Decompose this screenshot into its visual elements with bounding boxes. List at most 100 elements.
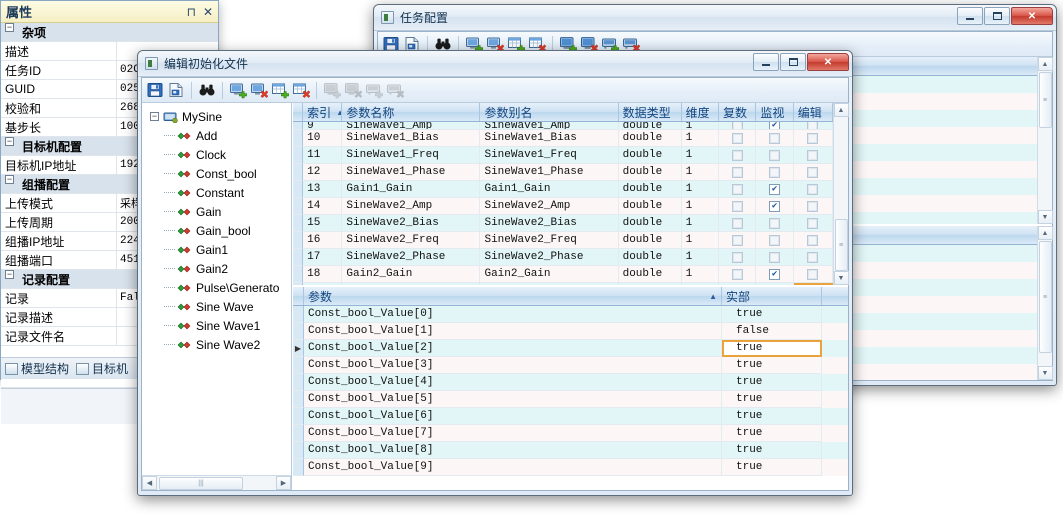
complex-checkbox[interactable] — [731, 234, 743, 246]
column-header-实部[interactable]: 实部 — [722, 287, 822, 305]
scroll-thumb[interactable]: ||| — [159, 476, 243, 490]
tree-node[interactable]: Pulse\Generato — [142, 278, 291, 297]
task-config-titlebar[interactable]: 任务配置 ✕ — [374, 5, 1056, 31]
minimize-button[interactable] — [753, 53, 779, 71]
cell-real[interactable]: true — [722, 357, 822, 374]
table-row[interactable]: ▶19Const_bool_ValueConst_bool_Valuebool1… — [293, 283, 833, 285]
cell-complex[interactable] — [719, 232, 757, 249]
table-row[interactable]: ▶Const_bool_Value[8]true — [293, 442, 848, 459]
cell-real[interactable]: true — [722, 391, 822, 408]
row-selector[interactable]: ▶ — [293, 306, 304, 323]
cell-monitor[interactable]: ✔ — [756, 122, 794, 130]
row-selector[interactable]: ▶ — [293, 425, 304, 442]
save-icon[interactable] — [146, 81, 164, 99]
row-selector[interactable]: ▶ — [293, 459, 304, 476]
tree-hscrollbar[interactable]: ◀ ||| ▶ — [142, 475, 291, 490]
tree-node[interactable]: Sine Wave2 — [142, 335, 291, 354]
complex-checkbox[interactable] — [731, 166, 743, 178]
collapse-icon[interactable]: − — [150, 112, 159, 121]
tree-node[interactable]: Gain1 — [142, 240, 291, 259]
column-header-复数[interactable]: 复数 — [719, 103, 757, 121]
monitor-checkbox[interactable] — [769, 251, 781, 263]
cell-complex[interactable] — [719, 122, 757, 130]
add-table-icon[interactable] — [271, 81, 289, 99]
complex-checkbox[interactable] — [731, 268, 743, 280]
row-selector[interactable]: ▶ — [293, 122, 304, 130]
column-header-参数[interactable]: 参数 ▲ — [304, 287, 722, 305]
table-row[interactable]: ▶Const_bool_Value[0]true — [293, 306, 848, 323]
edit-checkbox[interactable] — [807, 132, 819, 144]
column-header-参数名称[interactable]: 参数名称 — [342, 103, 481, 121]
complex-checkbox[interactable] — [731, 132, 743, 144]
cell-edit[interactable] — [793, 181, 833, 198]
scroll-up-icon[interactable]: ▲ — [833, 103, 849, 117]
tab-model-structure[interactable]: 模型结构 — [5, 360, 69, 377]
cell-edit[interactable] — [793, 147, 833, 164]
property-category-row[interactable]: − 杂项 — [1, 23, 218, 42]
parameter-grid-body[interactable]: ▶9SineWave1_AmpSineWave1_Ampdouble1✔▶10S… — [293, 122, 833, 285]
table-row[interactable]: ▶Const_bool_Value[1]false — [293, 323, 848, 340]
find-binoculars-icon[interactable] — [198, 81, 216, 99]
cell-real[interactable]: true — [722, 374, 822, 391]
cell-monitor[interactable] — [756, 249, 794, 266]
monitor-checkbox[interactable]: ✔ — [769, 122, 781, 129]
cell-edit[interactable] — [793, 249, 833, 266]
cell-edit[interactable] — [793, 215, 833, 232]
complex-checkbox[interactable] — [731, 200, 743, 212]
model-tree[interactable]: − MySine Add Clock Const_bool Constant Gain Gai… — [142, 103, 291, 475]
cell-real[interactable]: true — [722, 408, 822, 425]
value-grid-header[interactable]: 参数 ▲ 实部 — [293, 287, 848, 306]
model-tree-pane[interactable]: − MySine Add Clock Const_bool Constant Gain Gai… — [142, 103, 292, 490]
parameter-grid-vscrollbar[interactable]: ▲ ≡ ▼ — [833, 103, 849, 285]
maximize-button[interactable] — [780, 53, 806, 71]
edit-init-titlebar[interactable]: 编辑初始化文件 ✕ — [138, 51, 852, 77]
table-row[interactable]: ▶13Gain1_GainGain1_Gaindouble1✔ — [293, 181, 833, 198]
row-selector[interactable]: ▶ — [293, 340, 304, 357]
row-selector[interactable]: ▶ — [293, 266, 304, 283]
remove-monitor-icon[interactable] — [250, 81, 268, 99]
monitor-checkbox[interactable] — [769, 149, 781, 161]
cell-monitor[interactable] — [756, 147, 794, 164]
minimize-button[interactable] — [957, 7, 983, 25]
tree-node[interactable]: Gain2 — [142, 259, 291, 278]
cell-complex[interactable] — [719, 283, 757, 285]
row-selector[interactable]: ▶ — [293, 147, 304, 164]
cell-monitor[interactable]: ✔ — [756, 198, 794, 215]
cell-edit[interactable] — [793, 232, 833, 249]
row-selector[interactable]: ▶ — [293, 357, 304, 374]
edit-checkbox[interactable] — [807, 251, 819, 263]
tree-node-root[interactable]: − MySine — [142, 107, 291, 126]
row-selector[interactable]: ▶ — [293, 283, 304, 285]
scroll-down-icon[interactable]: ▼ — [1037, 366, 1053, 380]
scroll-down-icon[interactable]: ▼ — [1037, 210, 1053, 224]
row-selector[interactable]: ▶ — [293, 442, 304, 459]
monitor-checkbox[interactable]: ✔ — [769, 200, 781, 212]
tree-node[interactable]: Gain — [142, 202, 291, 221]
row-selector[interactable]: ▶ — [293, 232, 304, 249]
collapse-icon[interactable]: − — [5, 23, 14, 32]
complex-checkbox[interactable] — [731, 251, 743, 263]
cell-monitor[interactable] — [756, 232, 794, 249]
tree-node[interactable]: Constant — [142, 183, 291, 202]
cell-real[interactable]: true — [722, 459, 822, 476]
scroll-left-icon[interactable]: ◀ — [142, 476, 157, 490]
edit-init-toolbar[interactable] — [142, 78, 848, 103]
table-row[interactable]: ▶11SineWave1_FreqSineWave1_Freqdouble1 — [293, 147, 833, 164]
tree-node[interactable]: Sine Wave1 — [142, 316, 291, 335]
close-icon[interactable]: ✕ — [203, 5, 213, 19]
task-upper-vscrollbar[interactable]: ▲ ≡ ▼ — [1037, 57, 1053, 224]
monitor-checkbox[interactable]: ✔ — [769, 183, 781, 195]
table-row[interactable]: ▶17SineWave2_PhaseSineWave2_Phasedouble1 — [293, 249, 833, 266]
table-row[interactable]: ▶14SineWave2_AmpSineWave2_Ampdouble1✔ — [293, 198, 833, 215]
table-row[interactable]: ▶16SineWave2_FreqSineWave2_Freqdouble1 — [293, 232, 833, 249]
column-header-编辑[interactable]: 编辑 — [794, 103, 833, 121]
tab-target-machine[interactable]: 目标机 — [76, 360, 128, 377]
cell-complex[interactable] — [719, 147, 757, 164]
cell-edit[interactable]: ✔ — [793, 283, 833, 285]
edit-checkbox[interactable] — [807, 268, 819, 280]
row-selector[interactable]: ▶ — [293, 391, 304, 408]
complex-checkbox[interactable] — [731, 149, 743, 161]
remove-table-icon[interactable] — [292, 81, 310, 99]
table-row[interactable]: ▶Const_bool_Value[5]true — [293, 391, 848, 408]
row-selector[interactable]: ▶ — [293, 408, 304, 425]
